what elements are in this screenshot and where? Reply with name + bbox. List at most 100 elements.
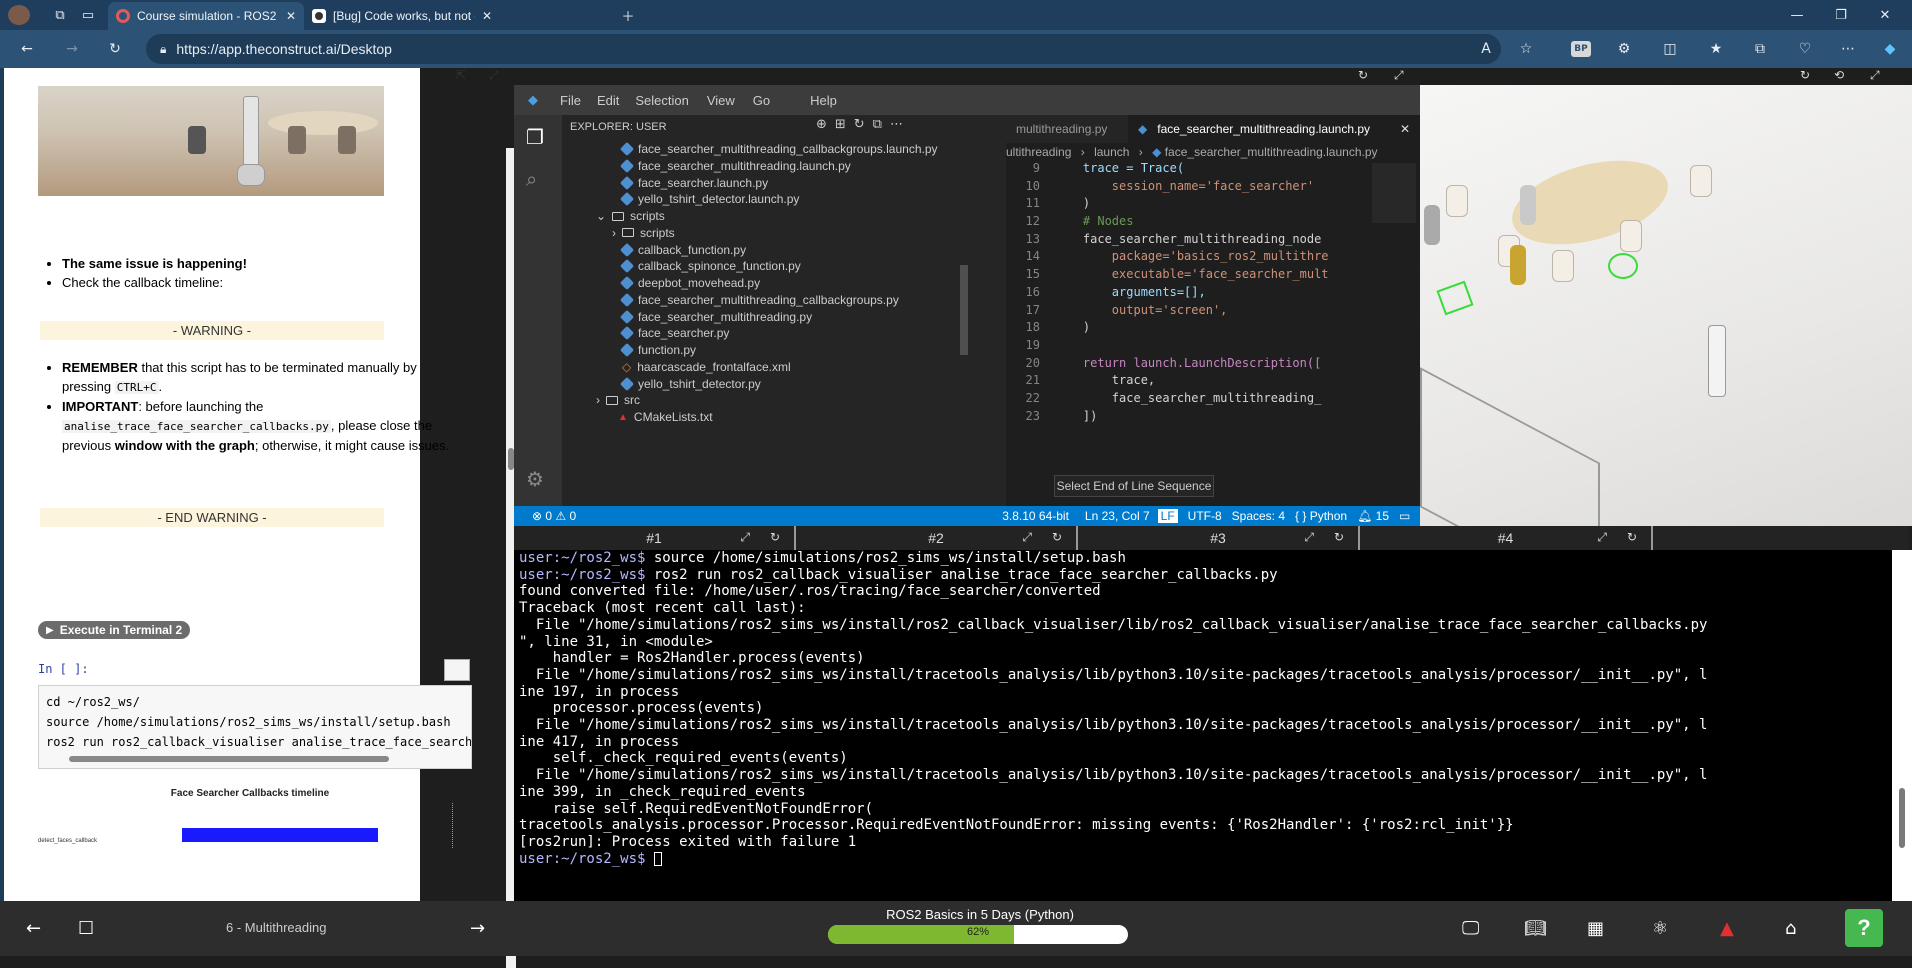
split-screen-icon[interactable]: ◫ [1660,39,1680,59]
search-icon[interactable]: ⌕ [526,167,537,191]
file-tree-item[interactable]: yello_tshirt_detector.launch.py [619,192,799,207]
more-menu-icon[interactable]: ⋯ [1838,39,1858,59]
minimap[interactable] [1372,163,1416,223]
menu-go[interactable]: Go [753,93,770,108]
notifications-indicator[interactable]: 🔔︎ 15 [1357,509,1389,523]
maximize-icon[interactable]: ⤢ [740,530,750,545]
file-tree-item[interactable]: face_searcher_multithreading_callbackgro… [619,292,899,307]
warning-icon[interactable]: ▲ [1720,918,1734,939]
editor-tab-active[interactable]: ◆ face_searcher_multithreading.launch.py… [1128,115,1420,143]
menu-view[interactable]: View [707,93,735,108]
restore-button[interactable]: ❐ [1831,5,1851,25]
terminal-tab-1[interactable]: #1 ⤢ ↻ [514,526,796,550]
reload-icon[interactable]: ↻ [105,39,125,59]
expand-icon[interactable]: ⤢ [489,68,509,84]
simulation-view[interactable] [1420,85,1912,526]
terminal-output[interactable]: user:~/ros2_ws$ source /home/simulations… [514,550,1892,901]
terminal-tab-3[interactable]: #3 ⤢ ↻ [1078,526,1360,550]
menu-selection[interactable]: Selection [635,93,688,108]
tab-course-simulation[interactable]: Course simulation - ROS2 Basics in 5 Day… [108,2,304,30]
problems-indicator[interactable]: ⊗ 0 ⚠ 0 [532,509,576,523]
bp-extension-icon[interactable]: BP [1571,41,1591,57]
desktop-icon[interactable]: 🖵︎ [1462,918,1479,939]
file-tree-item[interactable]: face_searcher_multithreading.launch.py [619,158,851,173]
home-icon[interactable]: ⌂ [1785,918,1796,939]
profile-avatar[interactable] [8,5,30,25]
code-horizontal-scrollbar[interactable] [47,754,457,764]
copilot-icon[interactable]: ◆ [1880,39,1900,59]
file-tree-item[interactable]: function.py [619,342,696,358]
reset-sim-icon[interactable]: ↻ [1800,68,1810,82]
cursor-position[interactable]: Ln 23, Col 7 [1085,509,1150,523]
performance-icon[interactable]: ♡ [1795,39,1815,59]
minimize-button[interactable]: — [1787,5,1807,25]
tab-actions-icon[interactable]: ▭ [78,5,98,25]
maximize-icon[interactable]: ⤢ [1597,530,1607,545]
close-icon[interactable]: ✕ [286,9,296,23]
maximize-sim-icon[interactable]: ⤢ [1870,68,1880,83]
eol-indicator[interactable]: LF [1157,509,1178,523]
code-cell[interactable]: cd ~/ros2_ws/ source /home/simulations/r… [38,685,472,769]
restart-icon[interactable]: ↻ [1334,530,1344,544]
close-icon[interactable]: ✕ [1400,122,1410,136]
notebook-toggle-icon[interactable]: ☐ [78,918,94,939]
new-tab-button[interactable]: ＋ [618,5,638,25]
maximize-ide-icon[interactable]: ⤢ [1394,68,1404,83]
file-tree-item[interactable]: face_searcher_multithreading_callbackgro… [619,141,938,157]
menu-help[interactable]: Help [810,93,837,108]
notebook-icon[interactable]: 📖︎ [1524,918,1547,939]
favorite-star-icon[interactable]: ☆ [1516,39,1536,59]
file-tree-item[interactable]: ⌄ scripts [596,209,665,223]
close-icon[interactable]: ✕ [482,9,492,23]
next-arrow-icon[interactable]: → [470,918,485,939]
menu-file[interactable]: File [560,93,581,108]
python-version[interactable]: 3.8.10 64-bit [1002,509,1069,523]
maximize-icon[interactable]: ⤢ [1022,530,1032,545]
explorer-icon[interactable]: ❐ [526,125,544,149]
back-icon[interactable]: ← [17,39,37,59]
workspaces-icon[interactable]: ⧉ [50,5,70,25]
language-indicator[interactable]: { } Python [1295,509,1347,523]
close-window-button[interactable]: ✕ [1875,5,1895,25]
open-external-icon[interactable]: ⇱ [456,68,476,84]
file-tree-item[interactable]: › scripts [612,226,675,240]
indent-indicator[interactable]: Spaces: 4 [1232,509,1285,523]
terminal-tab-2[interactable]: #2 ⤢ ↻ [796,526,1078,550]
file-tree-item[interactable]: callback_spinonce_function.py [619,259,801,274]
editor-tab[interactable]: multithreading.py [1006,115,1128,143]
file-tree-item[interactable]: › src [596,393,640,407]
copy-code-button[interactable] [444,659,470,681]
refresh-sim-icon[interactable]: ⟲ [1834,68,1844,82]
read-aloud-icon[interactable]: A [1476,39,1496,59]
file-tree-item[interactable]: face_searcher.launch.py [619,175,768,190]
url-field[interactable]: 🔒︎ https://app.theconstruct.ai/Desktop [146,34,1501,64]
terminal-tab-4[interactable]: #4 ⤢ ↻ [1360,526,1653,550]
file-tree-item[interactable]: face_searcher.py [619,326,729,341]
code-area[interactable]: 9 trace = Trace(10 session_name='face_se… [1006,161,1420,426]
favorites-icon[interactable]: ★ [1706,39,1726,59]
layout-icon[interactable]: ▭ [1399,509,1410,523]
forward-icon[interactable]: → [62,39,82,59]
extensions-icon[interactable]: ⚙ [1614,39,1634,59]
restart-icon[interactable]: ↻ [1052,530,1062,544]
previous-arrow-icon[interactable]: ← [26,918,41,939]
terminal-scrollbar[interactable] [1892,550,1912,901]
ai-assistant-icon[interactable]: ⚛ [1652,918,1668,939]
file-tree-item[interactable]: ◇ haarcascade_frontalface.xml [622,360,791,374]
settings-gear-icon[interactable]: ⚙ [526,467,544,491]
maximize-icon[interactable]: ⤢ [1304,530,1314,545]
file-tree-item[interactable]: callback_function.py [619,242,746,257]
help-button[interactable]: ? [1845,909,1883,947]
encoding-indicator[interactable]: UTF-8 [1188,509,1222,523]
collections-icon[interactable]: ⧉ [1750,39,1770,59]
file-tree-item[interactable]: face_searcher_multithreading.py [619,309,812,324]
menu-edit[interactable]: Edit [597,93,619,108]
explorer-actions[interactable]: ⊕⊞↻⧉⋯ [816,117,911,132]
restart-icon[interactable]: ↻ [1627,530,1637,544]
explorer-scrollbar[interactable] [960,265,968,355]
execute-in-terminal-button[interactable]: ▶ Execute in Terminal 2 [38,621,191,639]
dashboard-icon[interactable]: ▦ [1587,918,1604,939]
file-tree-item[interactable]: deepbot_movehead.py [619,275,760,291]
reload-ide-icon[interactable]: ↻ [1358,68,1368,82]
file-tree-item[interactable]: ▲ CMakeLists.txt [618,410,713,424]
